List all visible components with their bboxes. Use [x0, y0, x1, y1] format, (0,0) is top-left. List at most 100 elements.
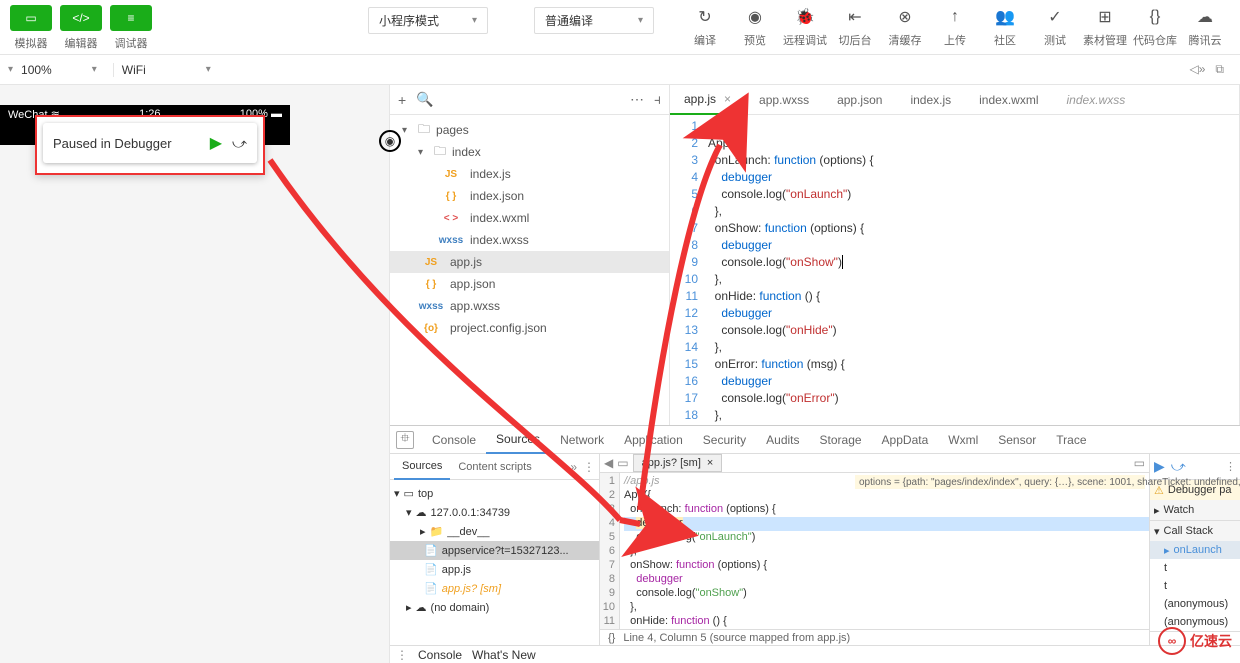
toolbar-action[interactable]: ⊗清缓存 — [880, 5, 930, 48]
mode-dropdown[interactable]: 小程序模式 ▾ — [368, 7, 488, 34]
sources-tree-item[interactable]: ▸📁__dev__ — [390, 522, 599, 541]
frame-label: t — [1164, 562, 1167, 574]
devtools-tab[interactable]: Wxml — [938, 426, 988, 454]
tree-file[interactable]: { }app.json — [390, 273, 669, 295]
tree-file[interactable]: < >index.wxml — [390, 207, 669, 229]
more-icon[interactable]: ⋯ — [630, 91, 644, 108]
tree-file[interactable]: { }index.json — [390, 185, 669, 207]
sources-tree-item[interactable]: 📄appservice?t=15327123... — [390, 541, 599, 560]
more-icon[interactable]: ⋮ — [583, 460, 595, 474]
nav-fwd-icon[interactable]: ▭ — [617, 456, 628, 470]
close-icon[interactable]: × — [707, 457, 713, 469]
toolbar-action[interactable]: 👥社区 — [980, 5, 1030, 48]
devtools-code-status: {} Line 4, Column 5 (source mapped from … — [600, 629, 1149, 645]
callstack-frame[interactable]: t — [1150, 577, 1240, 595]
simulator-button[interactable]: ▭ — [10, 5, 52, 31]
more-icon[interactable]: ⋮ — [396, 648, 408, 662]
editor-tab[interactable]: index.js — [896, 85, 965, 115]
editor-button[interactable]: </> — [60, 5, 102, 31]
callstack-frame[interactable]: (anonymous) — [1150, 595, 1240, 613]
network-select[interactable]: WiFi ▾ — [113, 63, 219, 77]
target-icon[interactable]: ◉ — [379, 130, 401, 152]
search-icon[interactable]: 🔍 — [416, 91, 433, 108]
callstack-header[interactable]: ▾ Call Stack — [1150, 521, 1240, 541]
simulator-pane: WeChat ≋ 1:26 100% ▬ Paused in Debugger … — [0, 85, 390, 663]
tree-item-label: index.wxml — [470, 211, 529, 225]
tree-folder[interactable]: ▾🗀pages — [390, 119, 669, 141]
callstack-frame[interactable]: ▸onLaunch — [1150, 541, 1240, 559]
tree-item-label: app.js — [450, 255, 482, 269]
sources-tree-item[interactable]: ▾▭top — [390, 484, 599, 503]
console-tab[interactable]: Console — [418, 648, 462, 662]
tree-file[interactable]: JSindex.js — [390, 163, 669, 185]
editor-tab[interactable]: app.wxss — [745, 85, 823, 115]
tree-file[interactable]: wxssindex.wxss — [390, 229, 669, 251]
callstack-frame[interactable]: t — [1150, 559, 1240, 577]
devtools-tab[interactable]: Sources — [486, 426, 550, 454]
inspect-icon[interactable]: ⯐ — [396, 431, 414, 449]
editor-tab[interactable]: app.js× — [670, 85, 745, 115]
debugger-button[interactable]: ≡ — [110, 5, 152, 31]
tab-label: index.wxml — [979, 93, 1038, 107]
toolbar-action[interactable]: 🐞远程调试 — [780, 5, 830, 48]
devtools-tab[interactable]: Trace — [1046, 426, 1096, 454]
sources-sub-tab[interactable]: Sources — [394, 454, 450, 480]
fullscreen-icon[interactable]: ▭ — [1134, 456, 1145, 470]
chevron-right-icon[interactable]: » — [570, 460, 577, 474]
sources-tree-item[interactable]: 📄app.js? [sm] — [390, 579, 599, 598]
devtools-tab[interactable]: Network — [550, 426, 614, 454]
resume-icon[interactable]: ▶ — [210, 133, 222, 153]
devtools-tab[interactable]: Audits — [756, 426, 809, 454]
toolbar-action[interactable]: ✓测试 — [1030, 5, 1080, 48]
devtools-code-area[interactable]: 1234567891011 options = {path: "pages/in… — [600, 473, 1149, 629]
close-icon[interactable]: × — [724, 92, 731, 106]
devtools-tab[interactable]: AppData — [872, 426, 939, 454]
tree-file[interactable]: JSapp.js — [390, 251, 669, 273]
editor-tab[interactable]: index.wxss — [1053, 85, 1140, 115]
action-icon: ⇤ — [843, 5, 867, 29]
frame-label: (anonymous) — [1164, 598, 1228, 610]
step-over-icon[interactable]: ⤻ — [232, 135, 247, 152]
mode-dropdown-label: 小程序模式 — [379, 12, 439, 29]
toolbar-action[interactable]: ☁腾讯云 — [1180, 5, 1230, 48]
tree-file[interactable]: {o}project.config.json — [390, 317, 669, 339]
step-over-icon[interactable]: ⤻ — [1171, 458, 1186, 475]
nav-back-icon[interactable]: ◀ — [604, 456, 613, 470]
whatsnew-tab[interactable]: What's New — [472, 648, 536, 662]
toolbar-action[interactable]: ↻编译 — [680, 5, 730, 48]
compile-dropdown[interactable]: 普通编译 ▾ — [534, 7, 654, 34]
more-icon[interactable]: ⋮ — [1225, 460, 1236, 473]
sources-tree-item[interactable]: ▸☁(no domain) — [390, 598, 599, 617]
sources-tree-item[interactable]: 📄app.js — [390, 560, 599, 579]
dt-code-body[interactable]: options = {path: "pages/index/index", qu… — [620, 473, 1149, 629]
split-icon[interactable]: ⫞ — [654, 91, 661, 108]
action-icon: 👥 — [993, 5, 1017, 29]
toolbar-action[interactable]: {}代码仓库 — [1130, 5, 1180, 48]
editor-tab[interactable]: app.json — [823, 85, 896, 115]
devtools-tab[interactable]: Security — [693, 426, 756, 454]
tree-item-label: 127.0.0.1:34739 — [431, 507, 511, 519]
devtools-tab[interactable]: Application — [614, 426, 693, 454]
add-file-icon[interactable]: + — [398, 92, 406, 108]
resume-icon[interactable]: ▶ — [1154, 458, 1165, 475]
devtools-tab[interactable]: Console — [422, 426, 486, 454]
devtools-tab[interactable]: Storage — [810, 426, 872, 454]
devtools-body: Sources Content scripts » ⋮ ▾▭top▾☁127.0… — [390, 454, 1240, 645]
content-scripts-sub-tab[interactable]: Content scripts — [450, 454, 539, 480]
mute-icon[interactable]: ◁» — [1190, 62, 1206, 77]
toolbar-action[interactable]: ↑上传 — [930, 5, 980, 48]
tree-file[interactable]: wxssapp.wxss — [390, 295, 669, 317]
format-icon[interactable]: {} — [608, 632, 615, 644]
zoom-select[interactable]: 100% ▾ — [13, 63, 105, 77]
toolbar-action[interactable]: ⊞素材管理 — [1080, 5, 1130, 48]
toolbar-action[interactable]: ⇤切后台 — [830, 5, 880, 48]
sources-tree-item[interactable]: ▾☁127.0.0.1:34739 — [390, 503, 599, 522]
toolbar-action[interactable]: ◉预览 — [730, 5, 780, 48]
action-icon: 🐞 — [793, 5, 817, 29]
tree-folder[interactable]: ▾🗀index — [390, 141, 669, 163]
popout-icon[interactable]: ⧉ — [1215, 62, 1224, 77]
watch-header[interactable]: ▸ Watch — [1150, 500, 1240, 520]
devtools-code-tab[interactable]: app.js? [sm] × — [633, 454, 723, 472]
editor-tab[interactable]: index.wxml — [965, 85, 1052, 115]
devtools-tab[interactable]: Sensor — [988, 426, 1046, 454]
